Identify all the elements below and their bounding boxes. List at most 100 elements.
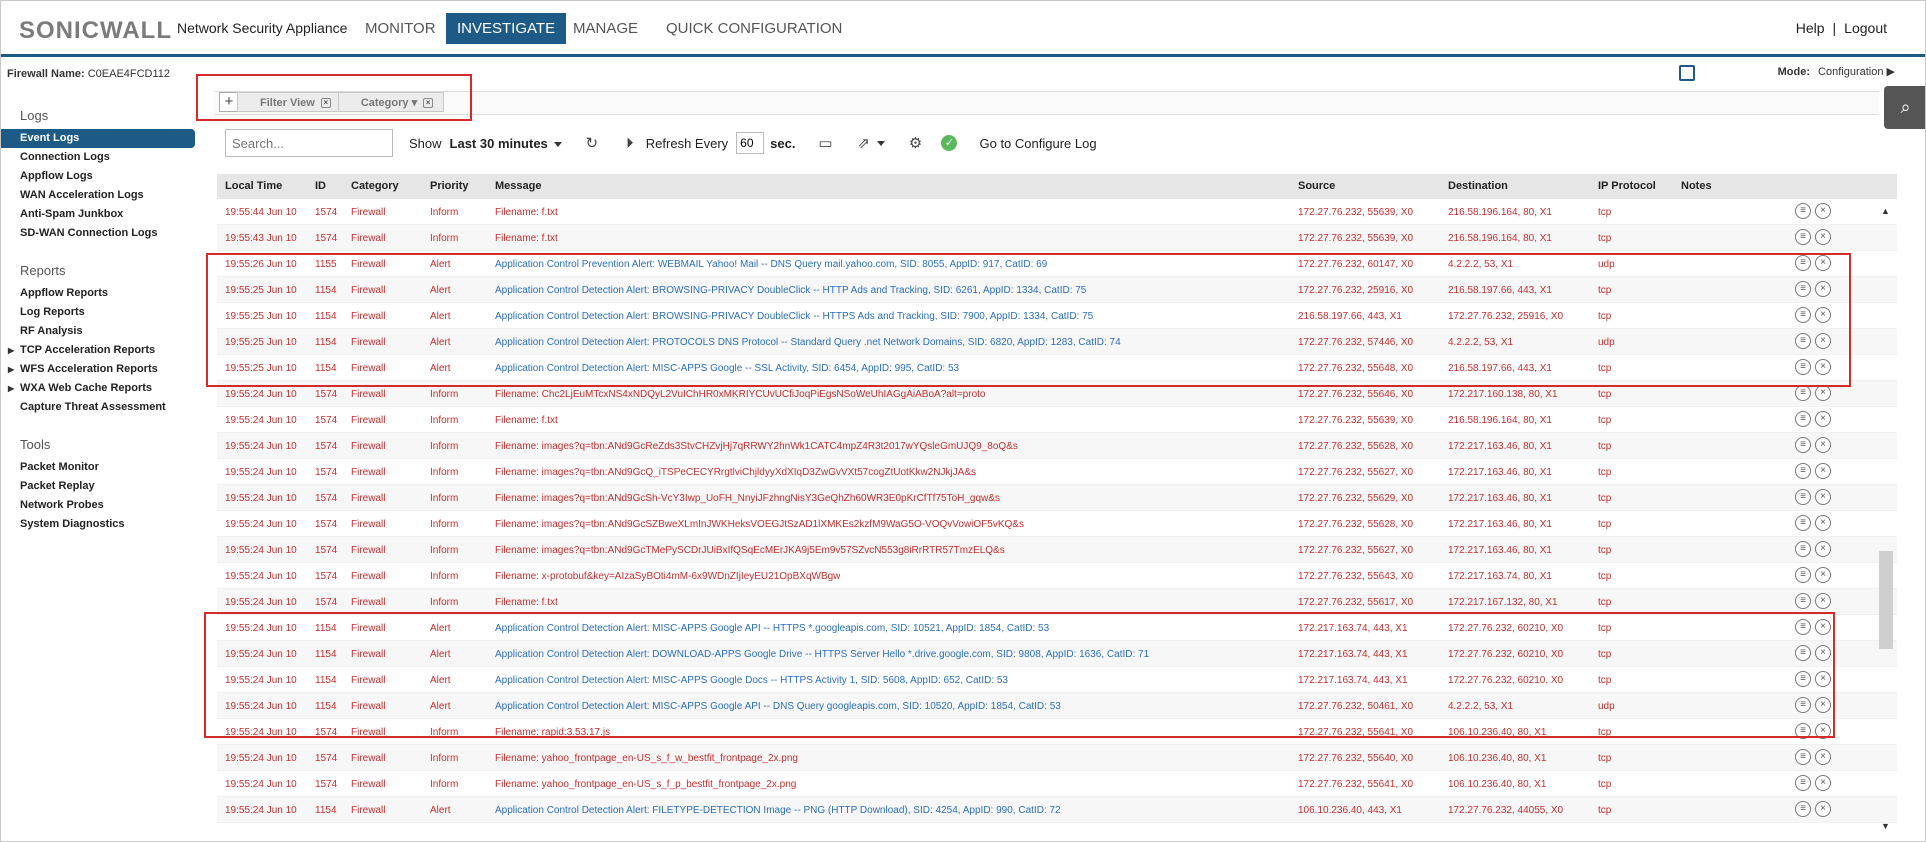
sidebar-item-packet-monitor[interactable]: Packet Monitor: [1, 458, 196, 477]
sidebar-item-tcp-acceleration-reports[interactable]: ▶ TCP Acceleration Reports: [1, 341, 196, 360]
sidebar-item-appflow-reports[interactable]: Appflow Reports: [1, 284, 196, 303]
scroll-up-icon[interactable]: ▲: [1881, 206, 1890, 216]
logout-link[interactable]: Logout: [1844, 20, 1887, 36]
clear-icon[interactable]: ×: [1815, 463, 1831, 479]
column-source[interactable]: Source: [1298, 180, 1335, 192]
table-row[interactable]: 19:55:43 Jun 10 1574 Firewall Inform Filenam…: [217, 225, 1897, 251]
scroll-down-icon[interactable]: ▼: [1881, 821, 1890, 831]
column-message[interactable]: Message: [495, 180, 541, 192]
sidebar-item-event-logs[interactable]: Event Logs: [1, 129, 195, 148]
settings-icon[interactable]: ⚙: [907, 134, 923, 152]
sidebar-item-packet-replay[interactable]: Packet Replay: [1, 477, 196, 496]
tab-manage[interactable]: MANAGE: [562, 13, 649, 44]
table-row[interactable]: 19:55:24 Jun 10 1574 Firewall Inform Filenam…: [217, 511, 1897, 537]
sidebar-item-wan-acceleration-logs[interactable]: WAN Acceleration Logs: [1, 186, 196, 205]
column-category[interactable]: Category: [351, 180, 399, 192]
sidebar-item-sd-wan-connection-logs[interactable]: SD-WAN Connection Logs: [1, 224, 196, 243]
scroll-thumb[interactable]: [1879, 551, 1893, 649]
table-row[interactable]: 19:55:24 Jun 10 1574 Firewall Inform Filenam…: [217, 563, 1897, 589]
chevron-down-icon: [553, 141, 562, 147]
sidebar-item-rf-analysis[interactable]: RF Analysis: [1, 322, 196, 341]
tab-quick-configuration[interactable]: QUICK CONFIGURATION: [655, 13, 853, 44]
monitor-icon[interactable]: ▭: [817, 134, 833, 152]
sidebar-item-system-diagnostics[interactable]: System Diagnostics: [1, 515, 196, 534]
clear-icon[interactable]: ×: [1815, 749, 1831, 765]
clear-icon[interactable]: ×: [1815, 593, 1831, 609]
details-icon[interactable]: ≡: [1795, 541, 1811, 557]
clear-icon[interactable]: ×: [1815, 437, 1831, 453]
cell-category: Firewall: [351, 389, 386, 400]
table-row[interactable]: 19:55:24 Jun 10 1574 Firewall Inform Filenam…: [217, 433, 1897, 459]
help-link[interactable]: Help: [1796, 20, 1825, 36]
sidebar-item-connection-logs[interactable]: Connection Logs: [1, 148, 196, 167]
details-icon[interactable]: ≡: [1795, 801, 1811, 817]
clear-icon[interactable]: ×: [1815, 515, 1831, 531]
sidebar-item-wxa-web-cache-reports[interactable]: ▶ WXA Web Cache Reports: [1, 379, 196, 398]
details-icon[interactable]: ≡: [1795, 385, 1811, 401]
search-input[interactable]: [225, 129, 393, 157]
clear-icon[interactable]: ×: [1815, 775, 1831, 791]
clear-icon[interactable]: ×: [1815, 801, 1831, 817]
sidebar-item-network-probes[interactable]: Network Probes: [1, 496, 196, 515]
details-icon[interactable]: ≡: [1795, 411, 1811, 427]
column-ip-protocol[interactable]: IP Protocol: [1598, 180, 1656, 192]
reload-icon[interactable]: ↻: [584, 134, 600, 152]
column-local-time[interactable]: Local Time: [225, 180, 282, 192]
details-icon[interactable]: ≡: [1795, 203, 1811, 219]
table-row[interactable]: 19:55:24 Jun 10 1574 Firewall Inform Filenam…: [217, 407, 1897, 433]
details-icon[interactable]: ≡: [1795, 229, 1811, 245]
table-row[interactable]: 19:55:24 Jun 10 1574 Firewall Inform Filenam…: [217, 485, 1897, 511]
clear-icon[interactable]: ×: [1815, 385, 1831, 401]
table-row[interactable]: 19:55:24 Jun 10 1574 Firewall Inform Filenam…: [217, 771, 1897, 797]
clear-icon[interactable]: ×: [1815, 203, 1831, 219]
details-icon[interactable]: ≡: [1795, 515, 1811, 531]
mode-indicator[interactable]: Mode: Configuration ▶: [1778, 65, 1895, 78]
sidebar-item-log-reports[interactable]: Log Reports: [1, 303, 196, 322]
tab-investigate[interactable]: INVESTIGATE: [446, 13, 567, 44]
play-icon[interactable]: ⏵: [622, 135, 638, 152]
clear-icon[interactable]: ×: [1815, 567, 1831, 583]
table-row[interactable]: 19:55:24 Jun 10 1574 Firewall Inform Filenam…: [217, 537, 1897, 563]
cell-ip-protocol: tcp: [1598, 545, 1612, 556]
scroll-track[interactable]: [1879, 206, 1893, 826]
table-scrollbar[interactable]: [1879, 206, 1893, 826]
details-icon[interactable]: ≡: [1795, 593, 1811, 609]
expand-icon[interactable]: ▶: [8, 379, 14, 398]
column-id[interactable]: ID: [315, 180, 326, 192]
details-icon[interactable]: ≡: [1795, 567, 1811, 583]
table-row[interactable]: 19:55:24 Jun 10 1154 Firewall Alert Applicat…: [217, 797, 1897, 823]
cell-destination: 106.10.236.40, 80, X1: [1448, 779, 1547, 790]
expand-icon[interactable]: ▶: [8, 341, 14, 360]
expand-icon[interactable]: ▶: [8, 360, 14, 379]
clear-icon[interactable]: ×: [1815, 541, 1831, 557]
column-notes[interactable]: Notes: [1681, 180, 1712, 192]
clear-icon[interactable]: ×: [1815, 489, 1831, 505]
sidebar-item-appflow-logs[interactable]: Appflow Logs: [1, 167, 196, 186]
details-icon[interactable]: ≡: [1795, 775, 1811, 791]
details-icon[interactable]: ≡: [1795, 463, 1811, 479]
table-row[interactable]: 19:55:24 Jun 10 1574 Firewall Inform Filenam…: [217, 459, 1897, 485]
table-row[interactable]: 19:55:24 Jun 10 1574 Firewall Inform Filenam…: [217, 745, 1897, 771]
search-panel-button[interactable]: ⌕: [1884, 86, 1925, 129]
chevron-down-icon[interactable]: [877, 140, 886, 146]
sidebar-item-capture-threat-assessment[interactable]: Capture Threat Assessment: [1, 398, 196, 417]
open-window-icon[interactable]: [1679, 65, 1695, 81]
details-icon[interactable]: ≡: [1795, 749, 1811, 765]
time-range-select[interactable]: Last 30 minutes: [450, 136, 562, 151]
column-priority[interactable]: Priority: [430, 180, 469, 192]
configure-log-link[interactable]: Go to Configure Log: [979, 136, 1096, 151]
clear-icon[interactable]: ×: [1815, 229, 1831, 245]
sidebar-item-wfs-acceleration-reports[interactable]: ▶ WFS Acceleration Reports: [1, 360, 196, 379]
details-icon[interactable]: ≡: [1795, 489, 1811, 505]
tab-monitor[interactable]: MONITOR: [354, 13, 447, 44]
export-icon[interactable]: ⇗: [855, 134, 871, 152]
top-navigation-bar: SONICWALL Network Security Appliance MON…: [1, 1, 1925, 57]
row-actions: ≡ ×: [1791, 463, 1831, 479]
sonicwall-logo: SONICWALL: [19, 17, 172, 44]
details-icon[interactable]: ≡: [1795, 437, 1811, 453]
sidebar-item-anti-spam-junkbox[interactable]: Anti-Spam Junkbox: [1, 205, 196, 224]
column-destination[interactable]: Destination: [1448, 180, 1508, 192]
clear-icon[interactable]: ×: [1815, 411, 1831, 427]
table-row[interactable]: 19:55:44 Jun 10 1574 Firewall Inform Filenam…: [217, 199, 1897, 225]
refresh-interval-input[interactable]: [736, 132, 765, 154]
